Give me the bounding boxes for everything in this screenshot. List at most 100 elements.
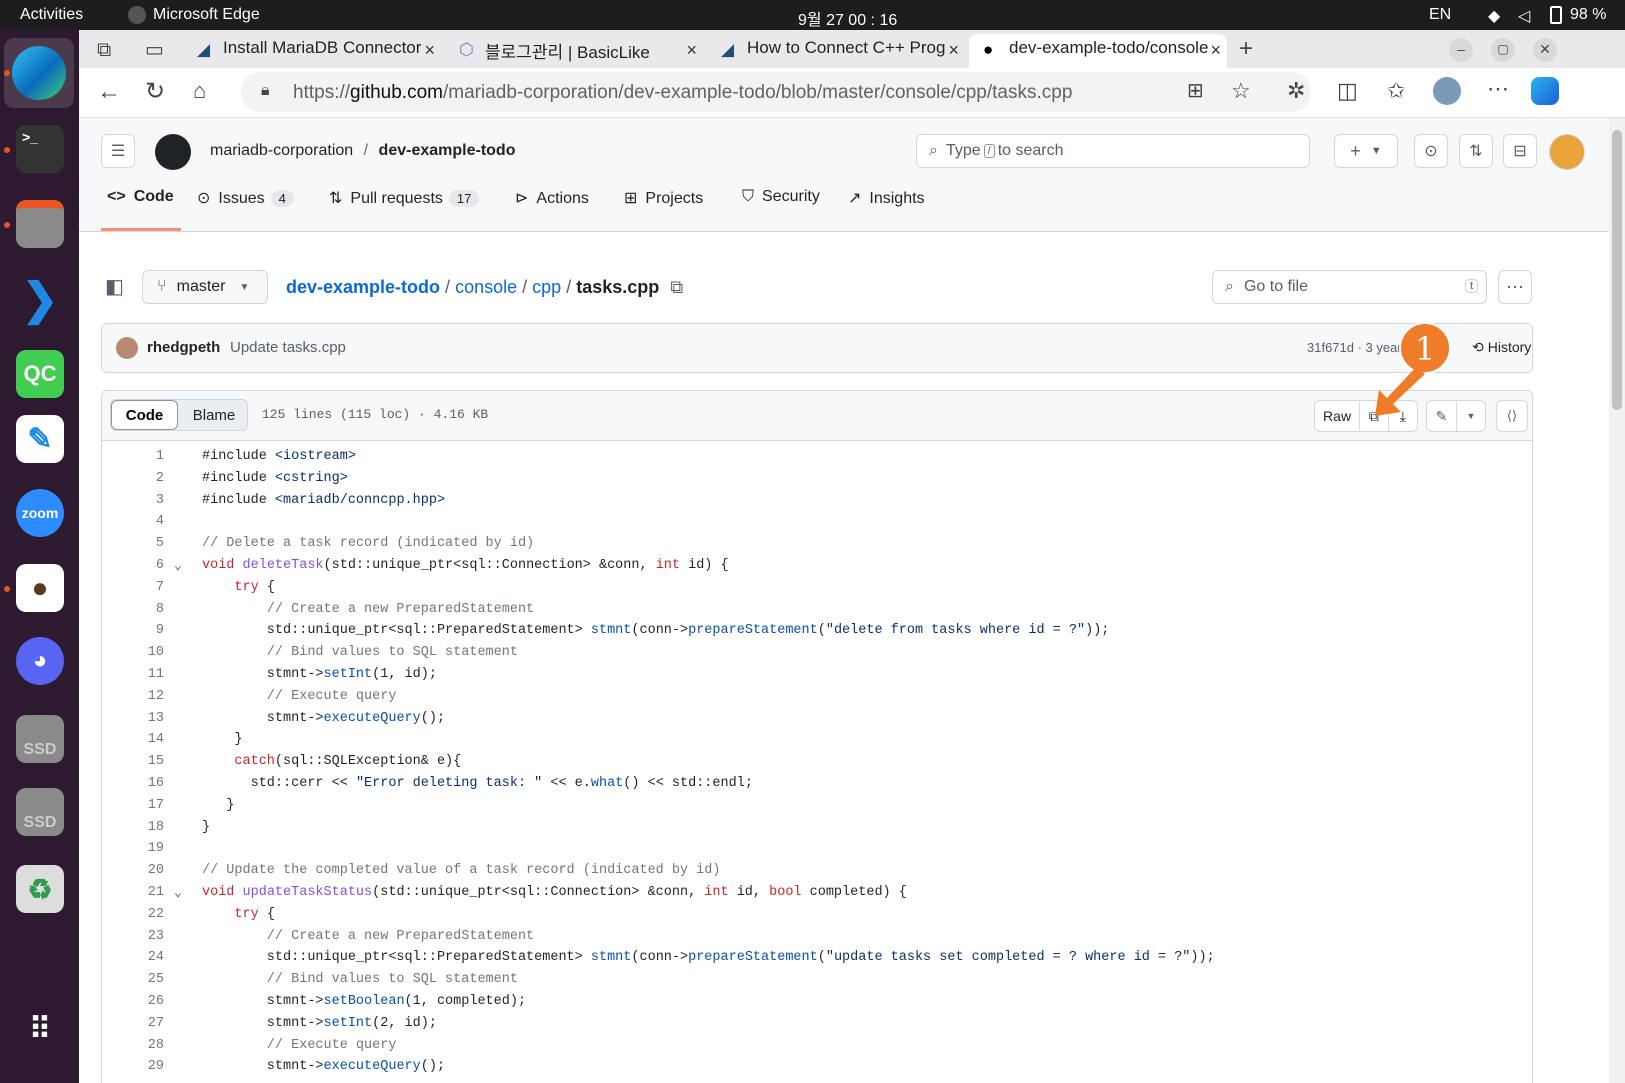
volume-muted-icon[interactable]: ◁ xyxy=(1518,6,1530,26)
line-number[interactable]: 7 xyxy=(102,580,164,595)
more-file-options-button[interactable]: ⋯ xyxy=(1498,270,1532,304)
create-new-button[interactable]: + ▼ xyxy=(1334,134,1398,168)
close-window-icon[interactable]: ✕ xyxy=(1533,38,1557,62)
tab-blog-admin[interactable]: ⬡ 블로그관리 | BasicLike × xyxy=(445,34,703,68)
tab-github-active[interactable]: ● dev-example-todo/console × xyxy=(969,34,1227,68)
edit-pencil-icon[interactable]: ✎ xyxy=(1427,401,1457,431)
back-icon[interactable]: ← xyxy=(97,80,121,104)
line-number[interactable]: 6 xyxy=(102,558,164,573)
line-number[interactable]: 17 xyxy=(102,798,164,813)
tab-install-mariadb[interactable]: ◢ Install MariaDB Connector × xyxy=(183,34,441,68)
tab-connect-cpp[interactable]: ◢ How to Connect C++ Prog × xyxy=(707,34,965,68)
line-number[interactable]: 5 xyxy=(102,536,164,551)
tab-security[interactable]: ⛉ Security xyxy=(742,188,820,206)
terminal-icon[interactable]: >_ xyxy=(16,125,64,173)
symbols-panel-button[interactable]: ⟨⟩ xyxy=(1496,400,1528,432)
home-icon[interactable]: ⌂ xyxy=(193,80,206,102)
line-number[interactable]: 20 xyxy=(102,863,164,878)
page-scrollbar[interactable] xyxy=(1609,118,1625,1083)
avatar[interactable] xyxy=(116,337,138,359)
repo-name-link[interactable]: dev-example-todo xyxy=(379,142,516,159)
files-icon[interactable] xyxy=(16,200,64,248)
line-number[interactable]: 28 xyxy=(102,1038,164,1053)
app-grid-icon[interactable]: ⠿ xyxy=(16,1005,64,1053)
fold-chevron-icon[interactable]: ⌄ xyxy=(174,558,182,573)
menu-button[interactable]: ☰ xyxy=(101,134,135,168)
line-number[interactable]: 14 xyxy=(102,732,164,747)
repo-owner-link[interactable]: mariadb-corporation xyxy=(210,142,353,159)
search-input[interactable]: ⌕ Type / to search xyxy=(916,134,1310,168)
line-number[interactable]: 24 xyxy=(102,950,164,965)
reload-icon[interactable]: ↻ xyxy=(145,80,165,104)
github-logo-icon[interactable] xyxy=(155,134,191,170)
user-avatar[interactable] xyxy=(1549,134,1585,170)
zoom-icon[interactable]: zoom xyxy=(16,489,64,537)
split-screen-icon[interactable]: ◫ xyxy=(1337,80,1358,102)
go-to-file-input[interactable]: ⌕ Go to file t xyxy=(1212,270,1487,304)
tab-close-icon[interactable]: × xyxy=(948,40,959,61)
language-indicator[interactable]: EN xyxy=(1429,6,1451,24)
side-panel-icon[interactable]: ◧ xyxy=(105,277,124,297)
fold-chevron-icon[interactable]: ⌄ xyxy=(174,885,182,900)
copy-path-icon[interactable]: ⧉ xyxy=(670,277,683,297)
activities-button[interactable]: Activities xyxy=(20,6,83,24)
line-number[interactable]: 2 xyxy=(102,471,164,486)
app-menu[interactable]: Microsoft Edge xyxy=(153,6,260,24)
line-number[interactable]: 13 xyxy=(102,711,164,726)
discord-icon[interactable]: ◕ xyxy=(16,637,64,685)
chevron-down-icon[interactable]: ▼ xyxy=(1457,403,1485,429)
commit-author-link[interactable]: rhedgpeth xyxy=(147,339,220,356)
favorite-star-icon[interactable]: ☆ xyxy=(1231,80,1251,102)
commit-message-link[interactable]: Update tasks.cpp xyxy=(230,339,346,356)
scrollbar-thumb[interactable] xyxy=(1612,130,1622,410)
line-number[interactable]: 4 xyxy=(102,514,164,529)
favorites-icon[interactable]: ✩ xyxy=(1387,80,1405,102)
line-number[interactable]: 8 xyxy=(102,602,164,617)
line-number[interactable]: 29 xyxy=(102,1059,164,1074)
line-number[interactable]: 25 xyxy=(102,972,164,987)
lock-icon[interactable]: 🔒︎ xyxy=(261,83,270,99)
line-number[interactable]: 26 xyxy=(102,994,164,1009)
line-number[interactable]: 21 xyxy=(102,885,164,900)
history-link[interactable]: ⟲ History xyxy=(1472,339,1531,356)
ssd-drive-icon[interactable]: SSD xyxy=(16,788,64,836)
qtcreator-icon[interactable]: QC xyxy=(16,350,64,398)
tab-issues[interactable]: ⊙ Issues 4 xyxy=(197,188,294,208)
breadcrumb-console-link[interactable]: console xyxy=(455,277,517,297)
minimize-icon[interactable]: – xyxy=(1449,38,1473,62)
dock-item-edge[interactable] xyxy=(4,38,74,108)
line-number[interactable]: 10 xyxy=(102,645,164,660)
tab-close-icon[interactable]: × xyxy=(686,40,697,61)
line-number[interactable]: 19 xyxy=(102,841,164,856)
pull-requests-button[interactable]: ⇅ xyxy=(1459,134,1493,168)
more-options-icon[interactable]: ⋯ xyxy=(1487,78,1509,100)
line-number[interactable]: 1 xyxy=(102,449,164,464)
issues-button[interactable]: ⊙ xyxy=(1414,134,1448,168)
line-number[interactable]: 12 xyxy=(102,689,164,704)
line-number[interactable]: 27 xyxy=(102,1016,164,1031)
text-editor-icon[interactable]: ✎ xyxy=(16,415,64,463)
new-tab-icon[interactable]: + xyxy=(1239,37,1253,61)
branch-selector[interactable]: ⑂ master ▼ xyxy=(142,270,268,304)
line-number[interactable]: 22 xyxy=(102,907,164,922)
tab-pull-requests[interactable]: ⇅ Pull requests 17 xyxy=(329,188,480,208)
ssd-drive-icon[interactable]: SSD xyxy=(16,715,64,763)
breadcrumb-repo-link[interactable]: dev-example-todo xyxy=(286,277,440,297)
line-number[interactable]: 11 xyxy=(102,667,164,682)
line-number[interactable]: 23 xyxy=(102,929,164,944)
battery-icon[interactable] xyxy=(1550,6,1562,24)
tab-code[interactable]: <> Code xyxy=(107,188,174,206)
breadcrumb-cpp-link[interactable]: cpp xyxy=(532,277,561,297)
clock[interactable]: 9월 27 00 : 16 xyxy=(798,6,897,30)
workspaces-icon[interactable]: ⧉ xyxy=(97,40,111,60)
tab-projects[interactable]: ⊞ Projects xyxy=(624,188,703,208)
restore-icon[interactable]: ▢ xyxy=(1491,38,1515,62)
trash-icon[interactable]: ♻ xyxy=(16,865,64,913)
line-number[interactable]: 16 xyxy=(102,776,164,791)
line-number[interactable]: 18 xyxy=(102,820,164,835)
tab-actions[interactable]: ⊳ Actions xyxy=(515,188,589,208)
raw-button[interactable]: Raw xyxy=(1315,402,1361,430)
extensions-icon[interactable]: ✲ xyxy=(1287,80,1305,102)
url-field[interactable]: 🔒︎ https://github.com/mariadb-corporatio… xyxy=(241,72,1311,112)
line-number[interactable]: 9 xyxy=(102,623,164,638)
